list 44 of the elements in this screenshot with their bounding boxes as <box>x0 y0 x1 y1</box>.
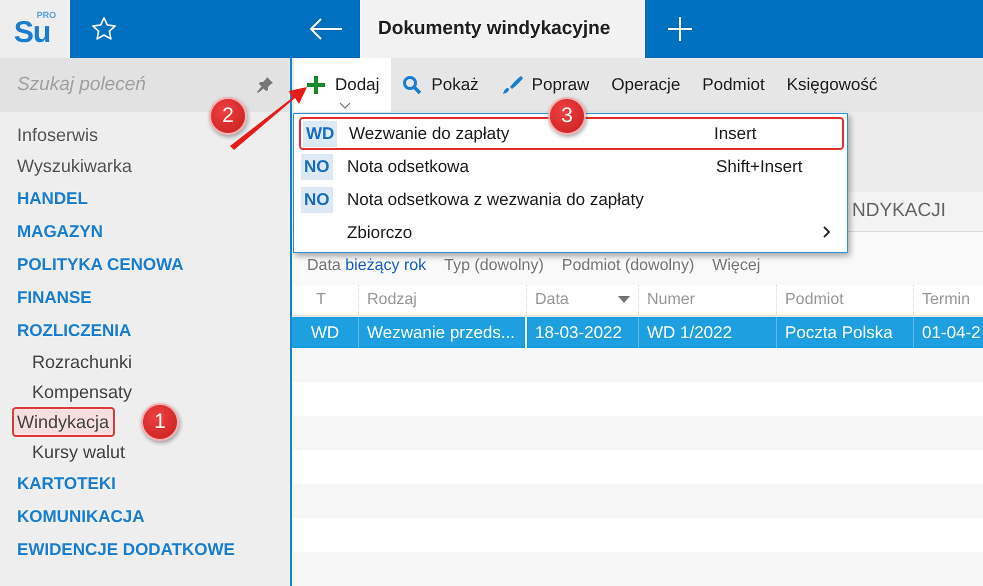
toolbar-button[interactable]: Operacje <box>600 58 692 112</box>
brush-icon <box>500 74 523 96</box>
column-header[interactable]: Rodzaj <box>359 284 527 316</box>
column-header[interactable]: Data <box>527 284 639 316</box>
filter-link[interactable]: Podmiot (dowolny) <box>562 257 694 276</box>
nav-section[interactable]: POLITYKA CENOWA <box>0 248 184 281</box>
nav-section[interactable]: KARTOTEKI <box>0 467 116 500</box>
column-header[interactable]: Termin <box>914 284 983 316</box>
column-header[interactable]: Numer <box>639 284 777 316</box>
nav-item[interactable]: Windykacja <box>12 407 116 437</box>
nav-section[interactable]: MAGAZYN <box>0 215 103 248</box>
nav-item[interactable]: Kursy walut <box>15 437 126 467</box>
nav-section[interactable]: EWIDENCJE DODATKOWE <box>0 533 235 566</box>
filter-link[interactable]: Typ (dowolny) <box>444 257 544 276</box>
chevron-right-icon <box>822 226 830 238</box>
section-title: NDYKACJI <box>852 200 946 222</box>
nav-section[interactable]: FINANSE <box>0 281 92 314</box>
nav-section[interactable]: HANDEL <box>0 182 88 215</box>
column-header[interactable]: T <box>292 284 359 316</box>
nav-section[interactable]: KOMUNIKACJA <box>0 500 144 533</box>
toolbar-button[interactable]: Pokaż <box>391 58 490 112</box>
document-tab[interactable]: Dokumenty windykacyjne <box>360 0 645 58</box>
filter-link[interactable]: Data bieżący rok <box>307 257 426 276</box>
toolbar-button[interactable]: Dodaj <box>294 58 392 112</box>
nav-item[interactable]: Wyszukiwarka <box>0 151 132 182</box>
menu-item[interactable]: Zbiorczo <box>299 216 844 249</box>
pin-icon[interactable] <box>256 76 274 94</box>
plus-icon <box>306 75 326 95</box>
back-arrow-icon[interactable] <box>309 18 343 40</box>
filter-link[interactable]: Więcej <box>712 257 760 276</box>
nav-section[interactable]: ROZLICZENIA <box>0 314 132 347</box>
caret-icon[interactable] <box>339 102 351 109</box>
menu-item[interactable]: NO Nota odsetkowa z wezwania do zapłaty <box>299 183 844 216</box>
add-tab-icon[interactable] <box>667 16 693 42</box>
toolbar-button[interactable]: Księgowość <box>776 58 888 112</box>
nav-item[interactable]: Infoserwis <box>0 120 98 151</box>
column-header[interactable]: Podmiot <box>777 284 914 316</box>
menu-item[interactable]: NO Nota odsetkowa Shift+Insert <box>299 150 844 183</box>
nav-item[interactable]: Kompensaty <box>15 377 132 407</box>
table-row[interactable]: WD Wezwanie przeds... 18-03-2022 WD 1/2022 Poczta Polska 01-04-2 <box>292 317 983 348</box>
toolbar-button[interactable]: Podmiot <box>691 58 776 112</box>
search-icon <box>402 75 422 95</box>
nav-item[interactable]: Rozrachunki <box>15 347 132 377</box>
sort-icon <box>618 296 630 304</box>
